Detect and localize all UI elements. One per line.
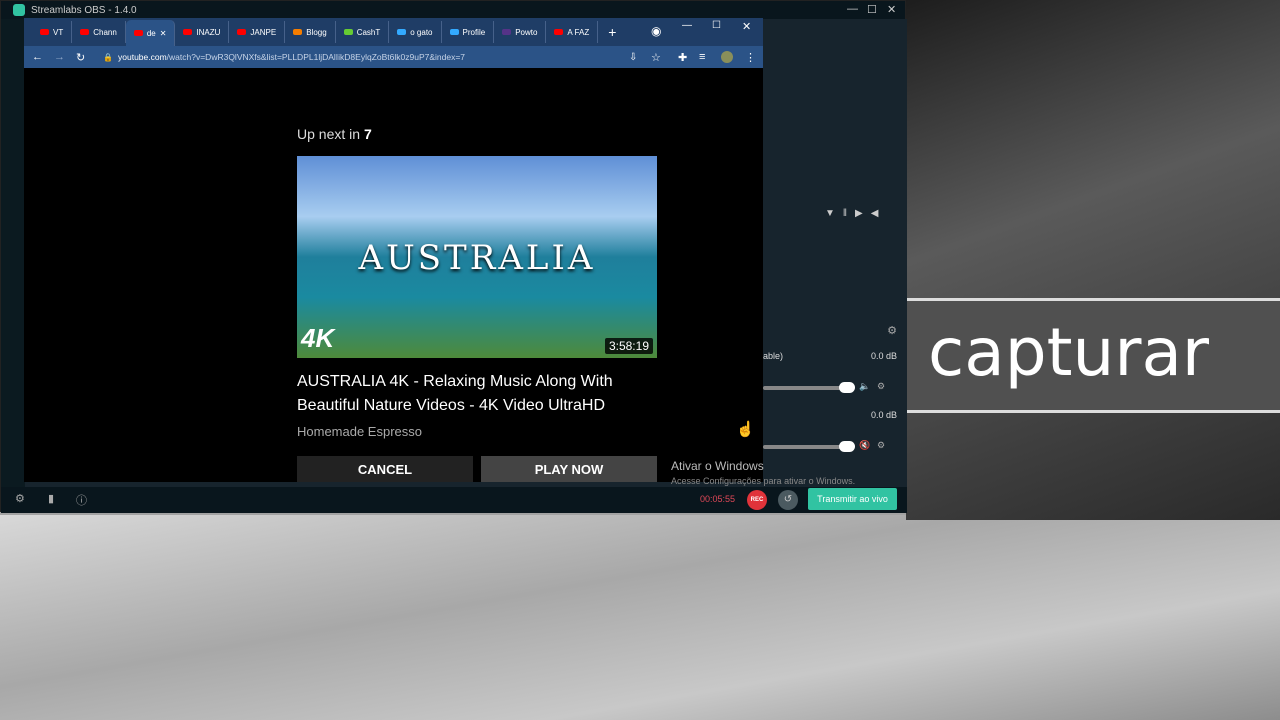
maximize-icon[interactable]: ☐ <box>712 20 721 31</box>
gear-icon[interactable]: ⚙ <box>887 324 897 337</box>
info-icon[interactable]: ⓘ <box>76 492 87 508</box>
slider-knob[interactable] <box>839 441 855 452</box>
cashtab-icon <box>343 29 353 35</box>
rec-button[interactable]: REC <box>747 490 767 510</box>
tab-3[interactable]: INAZU <box>175 21 230 43</box>
tab-label: VT <box>53 27 64 37</box>
new-tab-button[interactable]: + <box>608 24 616 40</box>
address-bar: ← → ↻ 🔒 youtube.com/watch?v=DwR3QlVNXfs&… <box>24 46 763 68</box>
tab-label: Blogg <box>306 27 327 37</box>
star-icon[interactable]: ☆ <box>651 51 661 64</box>
record-icon[interactable]: ◉ <box>651 24 661 38</box>
maximize-icon[interactable]: ☐ <box>867 3 877 16</box>
tab-1[interactable]: Chann <box>72 21 126 43</box>
tab-label: INAZU <box>196 27 221 37</box>
video-endscreen: Up next in 7 AUSTRALIA 4K 3:58:19 AUSTRA… <box>24 68 763 482</box>
youtube-icon <box>133 30 143 36</box>
background-floor <box>0 515 1280 720</box>
tab-8[interactable]: Profile <box>442 21 495 43</box>
overlay-panel <box>906 0 1280 520</box>
hand-cursor-icon: ☝ <box>736 421 755 438</box>
blogger-icon <box>293 29 303 35</box>
browser-window: VT Chann de ✕ INAZU JANPE Blogg CashT o gato Prof… <box>24 18 763 482</box>
overlay-text: capturar <box>928 314 1210 391</box>
channel-name[interactable]: Homemade Espresso <box>297 424 422 439</box>
play-icon <box>449 29 459 35</box>
cancel-button[interactable]: CANCEL <box>297 456 473 482</box>
gear-icon[interactable]: ⚙ <box>877 381 885 392</box>
youtube-icon <box>80 29 90 35</box>
youtube-icon <box>40 29 49 35</box>
close-icon[interactable]: ✕ <box>742 20 751 33</box>
minimize-icon[interactable]: — <box>682 20 692 31</box>
tab-label: de <box>146 28 156 38</box>
tab-label: Powto <box>515 27 538 37</box>
tab-label: CashT <box>356 27 381 37</box>
youtube-icon <box>183 29 193 35</box>
obs-mixer-panel: ▼‖▶◀ ⚙ able) 0.0 dB 🔈 ⚙ 0.0 dB 🔇 ⚙ <box>763 19 907 489</box>
close-tab-icon[interactable]: ✕ <box>160 29 167 38</box>
avatar[interactable] <box>721 51 733 63</box>
volume-slider[interactable] <box>763 382 855 393</box>
volume-slider[interactable] <box>763 441 855 452</box>
activate-windows-title: Ativar o Windows <box>671 459 764 473</box>
reload-icon[interactable]: ↻ <box>76 51 85 64</box>
next-video-thumbnail[interactable]: AUSTRALIA 4K 3:58:19 <box>297 156 657 358</box>
back-icon[interactable]: ← <box>32 51 43 63</box>
activate-windows-subtitle: Acesse Configurações para ativar o Windo… <box>671 476 856 486</box>
tab-label: Chann <box>93 27 117 37</box>
lock-icon: 🔒 <box>103 52 113 62</box>
youtube-icon <box>554 29 564 35</box>
obs-titlebar: Streamlabs OBS - 1.4.0 — ☐ ✕ <box>1 1 905 19</box>
menu-icon[interactable]: ⋮ <box>745 51 756 64</box>
tab-6[interactable]: CashT <box>336 21 390 43</box>
gear-icon[interactable]: ⚙ <box>877 440 885 451</box>
install-icon[interactable]: ⇩ <box>629 52 637 63</box>
tab-strip: VT Chann de ✕ INAZU JANPE Blogg CashT o gato Prof… <box>24 18 763 46</box>
settings-icon[interactable]: ⚙ <box>15 492 25 505</box>
up-next-label: Up next in 7 <box>297 126 372 142</box>
powtoon-icon <box>502 29 512 35</box>
speaker-icon[interactable]: 🔈 <box>859 381 870 392</box>
tab-label: o gato <box>410 27 433 37</box>
forward-icon[interactable]: → <box>54 51 65 63</box>
tab-label: A FAZ <box>567 27 590 37</box>
scene-controls-icon[interactable]: ▼‖▶◀ <box>825 208 886 219</box>
mute-icon[interactable]: 🔇 <box>859 440 870 451</box>
tab-2[interactable]: de ✕ <box>125 20 176 46</box>
play-icon <box>397 29 407 35</box>
streamlabs-logo-icon <box>13 4 25 16</box>
tab-10[interactable]: A FAZ <box>546 21 599 43</box>
mixer-item: able) 0.0 dB 🔈 ⚙ <box>763 351 897 393</box>
stats-icon[interactable]: ▮ <box>48 492 54 505</box>
duration-badge: 3:58:19 <box>604 338 653 354</box>
go-live-button[interactable]: Transmitir ao vivo <box>808 488 897 510</box>
tab-label: Profile <box>462 27 486 37</box>
obs-title: Streamlabs OBS - 1.4.0 <box>31 4 137 16</box>
minimize-icon[interactable]: — <box>847 3 858 15</box>
tab-7[interactable]: o gato <box>389 21 442 43</box>
extensions-icon[interactable]: ✚ <box>678 51 687 64</box>
tab-label: JANPE <box>250 27 277 37</box>
tab-5[interactable]: Blogg <box>285 21 336 43</box>
rec-timer: 00:05:55 <box>700 494 736 504</box>
play-now-button[interactable]: PLAY NOW <box>481 456 657 482</box>
next-video-title[interactable]: AUSTRALIA 4K - Relaxing Music Along With… <box>297 370 667 418</box>
obs-sidebar <box>1 19 25 489</box>
close-icon[interactable]: ✕ <box>887 3 896 16</box>
tab-0[interactable]: VT <box>32 21 73 43</box>
slider-knob[interactable] <box>839 382 855 393</box>
url-input[interactable]: youtube.com/watch?v=DwR3QlVNXfs&list=PLL… <box>118 52 465 62</box>
youtube-icon <box>237 29 247 35</box>
replay-icon[interactable]: ↺ <box>778 490 798 510</box>
playlist-icon[interactable]: ≡ <box>699 51 705 63</box>
obs-footer: ⚙ ▮ ⓘ 00:05:55 REC ↺ Transmitir ao vivo <box>1 487 907 513</box>
tab-4[interactable]: JANPE <box>229 21 286 43</box>
tab-9[interactable]: Powto <box>494 21 547 43</box>
